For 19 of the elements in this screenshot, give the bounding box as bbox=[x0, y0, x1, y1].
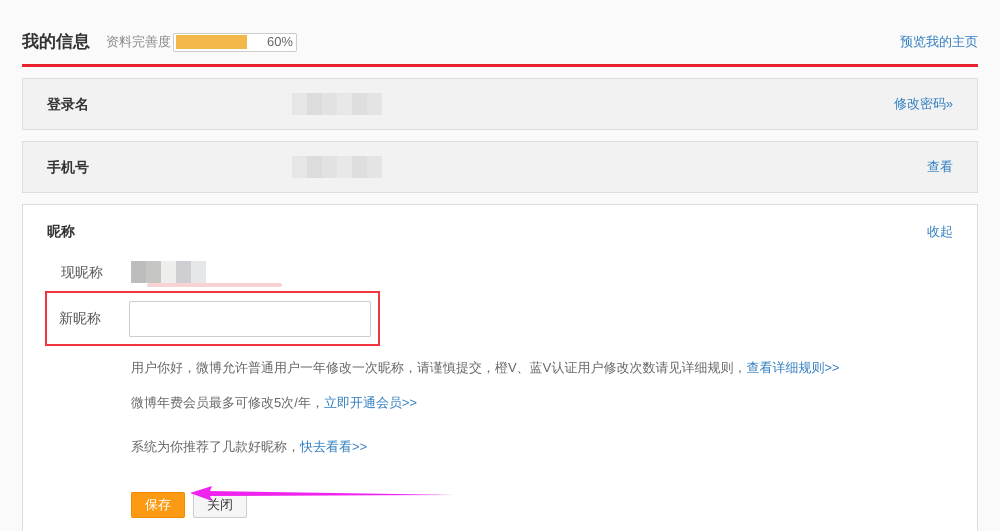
section-title: 昵称 bbox=[47, 222, 75, 241]
nickname-input[interactable] bbox=[129, 300, 371, 336]
note-link[interactable]: 立即开通会员>> bbox=[324, 394, 418, 410]
row-action-link[interactable]: 查看 bbox=[927, 157, 953, 177]
note-text: 用户你好，微博允许普通用户一年修改一次昵称，请谨慎提交，橙V、蓝V认证用户修改次数请见详细规则，查看详细规则>> bbox=[131, 359, 841, 377]
note-link[interactable]: 快去看看>> bbox=[300, 439, 368, 454]
row-label: 登录名 bbox=[47, 94, 90, 114]
note-link[interactable]: 查看详细规则>> bbox=[746, 360, 840, 375]
note-text: 微博年费会员最多可修改5次/年，立即开通会员>> bbox=[131, 394, 418, 412]
row-action-link[interactable]: 修改密码» bbox=[894, 94, 953, 114]
completeness-label: 资料完善度 bbox=[106, 33, 171, 52]
preview-link[interactable]: 预览我的主页 bbox=[900, 32, 978, 52]
page-title: 我的信息 bbox=[22, 31, 90, 54]
progress-reading: 60% bbox=[266, 33, 293, 52]
collapse-link[interactable]: 收起 bbox=[927, 222, 953, 242]
note-text: 系统为你推荐了几款好昵称，快去看看>> bbox=[131, 438, 368, 456]
row-label: 手机号 bbox=[47, 158, 90, 176]
field-label: 新昵称 bbox=[59, 309, 102, 328]
field-label: 现昵称 bbox=[61, 262, 104, 282]
